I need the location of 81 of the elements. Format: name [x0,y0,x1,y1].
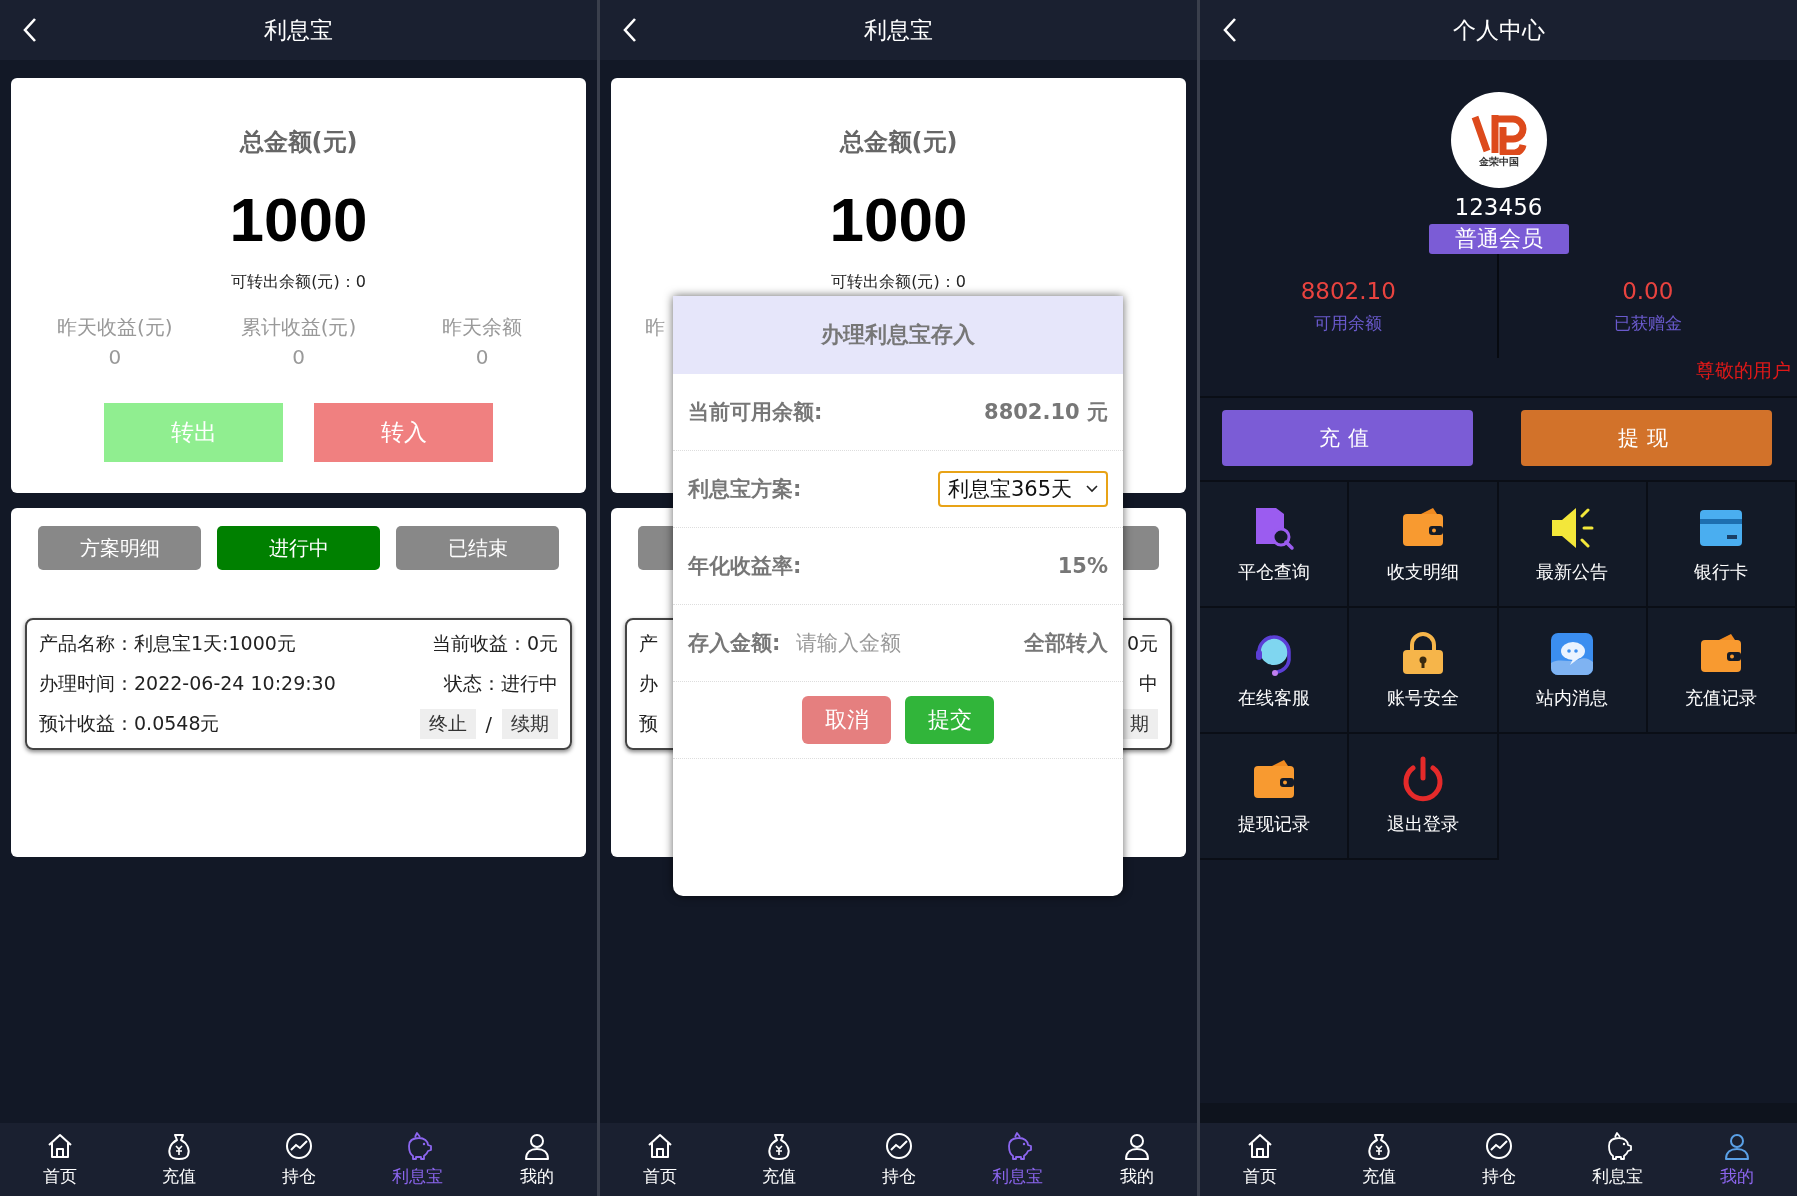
nav-tab[interactable]: 充值 [719,1123,839,1196]
total-label: 总金额(元) [239,127,358,158]
record-text: 产品名称：利息宝1天:1000元 [39,631,296,656]
chevron-down-icon [1086,485,1098,493]
menu-tile[interactable]: 退出登录 [1349,734,1499,860]
record-text: 0元 [1126,631,1158,656]
filter-tab[interactable] [638,526,674,570]
page-title: 利息宝 [264,15,333,45]
avatar-logo: 金荣中国 [1450,92,1547,188]
stat-value: 0 [475,345,489,370]
stat-value: 0 [292,345,305,370]
stat-value: 0 [108,345,122,370]
total-label: 总金额(元) [839,127,958,158]
nav-tab[interactable]: 充值 [1319,1123,1439,1196]
total-amount: 1000 [829,186,968,255]
page-title: 个人中心 [1452,15,1545,45]
record-action-button[interactable]: 续期 [502,709,558,739]
separator-text: / [485,713,492,735]
nav-tab[interactable]: 利息宝 [1558,1123,1678,1196]
username: 123456 [1454,194,1543,220]
record-action-button[interactable]: 期 [1121,709,1158,739]
record-text: 办理时间：2022-06-24 10:29:30 [39,671,336,696]
menu-tile[interactable]: 站内消息 [1498,608,1648,734]
menu-tile[interactable]: 提现记录 [1200,734,1350,860]
nav-tab[interactable]: 我的 [477,1123,597,1196]
stat-label: 昨天收益(元) [57,314,173,342]
menu-tile[interactable]: 收支明细 [1349,482,1499,608]
balance-value: 0.00 [1622,277,1674,304]
page-title: 利息宝 [864,15,933,45]
record-text: 预计收益：0.0548元 [39,711,220,736]
member-badge: 普通会员 [1428,224,1569,254]
filter-tab[interactable]: 进行中 [217,526,380,570]
record-text: 预 [639,711,658,736]
menu-tile[interactable]: 平仓查询 [1200,482,1350,608]
record-text: 当前收益：0元 [431,631,558,656]
stat-label: 累计收益(元) [240,314,357,342]
nav-tab[interactable]: 利息宝 [358,1123,478,1196]
menu-tile[interactable]: 银行卡 [1647,482,1797,608]
field-label: 年化收益率: [688,553,802,580]
field-label: 存入金额: [688,630,781,657]
nav-tab[interactable]: 我的 [1677,1123,1797,1196]
menu-tile[interactable]: 在线客服 [1200,608,1350,734]
record-text: 中 [1139,671,1158,696]
recharge-button[interactable]: 充值 [1222,410,1473,466]
record-text: 状态：进行中 [444,671,558,696]
filter-tab[interactable]: 已结束 [396,526,559,570]
nav-tab[interactable]: 首页 [0,1123,120,1196]
record-text: 产 [639,631,658,656]
menu-tile[interactable]: 充值记录 [1647,608,1797,734]
record-action-button[interactable]: 终止 [419,709,476,739]
chart-icon[interactable] [283,1131,314,1161]
filter-tab[interactable]: 方案明细 [38,526,201,570]
stat-label: 昨 [645,315,665,340]
nav-tab[interactable]: 利息宝 [958,1123,1078,1196]
rate-value: 15% [1057,554,1108,578]
menu-tile[interactable]: 最新公告 [1498,482,1648,608]
balance-label: 已获赠金 [1613,311,1682,335]
balance-value: 8802.10 [1300,277,1396,304]
chart-icon[interactable] [883,1131,914,1161]
nav-tab[interactable]: 持仓 [1438,1123,1559,1196]
available-text: 可转出余额(元)：0 [231,272,366,294]
nav-tab[interactable]: 持仓 [238,1123,359,1196]
nav-tab[interactable]: 我的 [1077,1123,1197,1196]
plan-select[interactable]: 利息宝365天 [937,471,1108,507]
nav-tab[interactable]: 持仓 [838,1123,959,1196]
balance-label: 可用余额 [1314,311,1383,335]
record-text: 办 [639,671,658,696]
available-text: 可转出余额(元)：0 [831,272,966,294]
dialog-title: 办理利息宝存入 [821,321,975,349]
field-label: 利息宝方案: [688,476,802,503]
field-label: 当前可用余额: [688,399,823,426]
nav-tab[interactable]: 充值 [119,1123,239,1196]
nav-tab[interactable]: 首页 [600,1123,720,1196]
stat-label: 昨天余额 [442,314,523,342]
balance-value: 8802.10 元 [984,399,1108,426]
menu-tile[interactable]: 账号安全 [1349,608,1499,734]
chart-icon[interactable] [1483,1131,1514,1161]
nav-tab[interactable]: 首页 [1200,1123,1320,1196]
transfer-all-link[interactable]: 全部转入 [1024,629,1108,657]
total-amount: 1000 [229,186,368,255]
greeting-text: 尊敬的用户 [1696,358,1791,383]
